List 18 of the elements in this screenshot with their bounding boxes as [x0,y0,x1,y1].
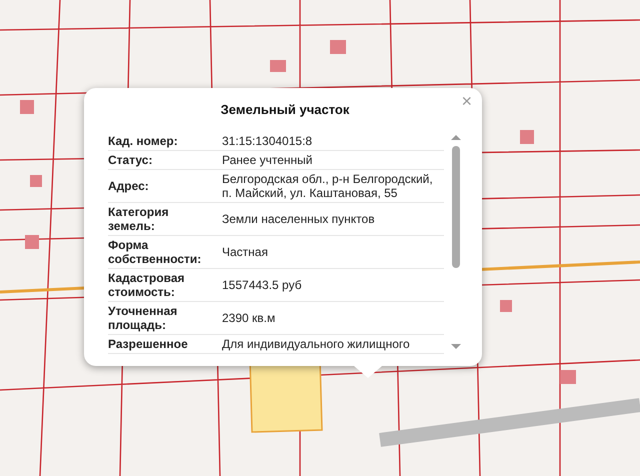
field-label: Адрес: [108,178,150,192]
field-value: Ранее учтенный [221,152,312,166]
field-value: Белгородская обл., р-н Белгородский, п. Майский, ул. Каштановая, 55 [221,172,434,200]
field-label: Уточненная площадь: [108,304,178,332]
field-label: Категория земель: [108,204,170,232]
close-button[interactable]: × [457,90,476,112]
field-value: 31:15:1304015:8 [221,134,312,148]
field-value: 1557443.5 руб [221,278,302,292]
field-label: Разрешенное [108,336,189,350]
field-value: Частная [221,244,268,258]
field-value: Земли населенных пунктов [221,212,375,226]
popup-title: Земельный участок [220,101,350,119]
field-label: Статус: [108,152,154,166]
field-label: Форма собственности: [108,238,202,266]
field-label: Кадастровая стоимость: [108,270,186,298]
field-value: Для индивидуального жилищного [221,336,410,350]
field-value: 2390 кв.м [221,310,276,324]
field-label: Кад. номер: [108,134,179,148]
